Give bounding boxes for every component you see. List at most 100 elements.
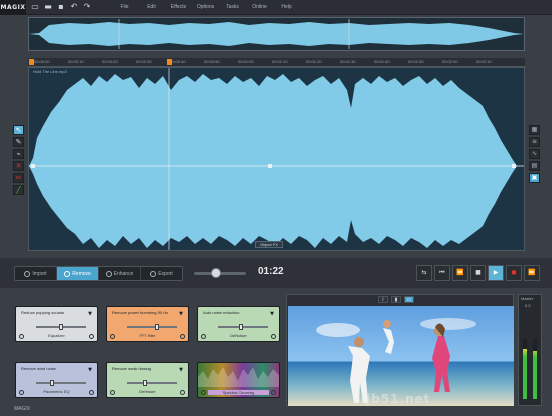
- settings-icon[interactable]: [180, 334, 185, 339]
- play-button[interactable]: ▶: [488, 265, 504, 281]
- settings-icon[interactable]: [180, 390, 185, 395]
- effect-card[interactable]: Remove wind noise ▼ Parametric EQ: [15, 362, 98, 398]
- spectrogram-graphic: [198, 367, 279, 387]
- edit-toolbar: ↖ ✎ ⌁ ✕ ✂ ╱: [13, 125, 24, 195]
- effect-label: Auto noise reduction: [203, 310, 240, 315]
- bar-chart-icon[interactable]: ▮: [391, 296, 401, 303]
- tab-remove[interactable]: Remove: [57, 267, 99, 280]
- effect-slider-handle[interactable]: [59, 324, 63, 330]
- dropdown-arrow-icon[interactable]: ▼: [179, 311, 183, 317]
- effect-card[interactable]: Remove weak hissing ▼ DeHisser: [106, 362, 189, 398]
- effect-slider-track[interactable]: [127, 382, 177, 384]
- tab-label: Enhance: [113, 270, 134, 277]
- info-icon[interactable]: i: [378, 296, 388, 303]
- object-fx-button[interactable]: Object FX: [255, 241, 283, 248]
- delete-tool-icon[interactable]: ✕: [13, 161, 24, 171]
- menu-file[interactable]: File: [111, 4, 138, 10]
- menu-edit[interactable]: Edit: [138, 4, 165, 10]
- list-view-icon[interactable]: ≡: [529, 137, 540, 147]
- cut-tool-icon[interactable]: ✂: [13, 173, 24, 183]
- track-title: Hold The Line.mp3: [33, 69, 67, 74]
- effect-card[interactable]: Reduce popping sounds ▼ Equalizer: [15, 306, 98, 342]
- lock-icon[interactable]: ▣: [529, 173, 540, 183]
- rewind-button[interactable]: ⏪: [452, 265, 468, 281]
- effect-card[interactable]: Remove power humming 50 Hz ▼ FFT filter: [106, 306, 189, 342]
- status-text: MAGIX: [14, 406, 31, 412]
- settings-icon[interactable]: [271, 334, 276, 339]
- dropdown-arrow-icon[interactable]: ▼: [270, 311, 274, 317]
- new-file-icon[interactable]: ▭: [31, 3, 39, 11]
- workflow-tabs: Import Remove Enhance Export: [14, 266, 183, 281]
- overview-waveform[interactable]: [28, 17, 525, 51]
- effect-slider-handle[interactable]: [143, 380, 148, 386]
- video-view-icon[interactable]: ▭: [404, 296, 414, 303]
- stop-button[interactable]: ■: [470, 265, 486, 281]
- effect-label: Reduce popping sounds: [21, 310, 65, 315]
- undo-icon[interactable]: ↶: [70, 3, 78, 11]
- start-marker[interactable]: [29, 59, 34, 65]
- left-channel-bar: [523, 339, 527, 399]
- tab-label: Remove: [72, 270, 91, 277]
- view-toolbar: ▦ ≡ ∿ ▤ ▣: [529, 125, 540, 183]
- settings-icon[interactable]: [89, 334, 94, 339]
- effect-name: Spectral Cleaning: [208, 390, 269, 395]
- menu-online[interactable]: Online: [246, 4, 273, 10]
- menu-bar: MAGIX ▭ ▬ ▪ ↶ ↷ File Edit Effects Option…: [0, 0, 552, 15]
- app-logo: MAGIX: [0, 0, 26, 15]
- ruler-label: 00:01:20: [306, 59, 322, 64]
- brush-tool-icon[interactable]: ⌁: [13, 149, 24, 159]
- settings-icon[interactable]: [271, 390, 276, 395]
- menu-options[interactable]: Options: [192, 4, 219, 10]
- main-waveform-graphic: [29, 68, 524, 250]
- menu-effects[interactable]: Effects: [165, 4, 192, 10]
- go-to-start-button[interactable]: ⏮: [434, 265, 450, 281]
- effect-name: Parametric EQ: [43, 389, 70, 394]
- effect-slider-track[interactable]: [36, 382, 86, 384]
- spectral-cleaning-card[interactable]: Spectral Cleaning: [197, 362, 280, 398]
- effects-panel: Reduce popping sounds ▼ Equalizer Remove…: [10, 298, 285, 406]
- save-icon[interactable]: ▪: [57, 3, 65, 11]
- right-channel-bar: [533, 339, 537, 399]
- redo-icon[interactable]: ↷: [83, 3, 91, 11]
- ruler-label: 00:00:00: [34, 59, 50, 64]
- effect-card[interactable]: Auto noise reduction ▼ DeNoiser: [197, 306, 280, 342]
- power-icon[interactable]: [201, 390, 206, 395]
- effect-name: DeHisser: [139, 389, 156, 394]
- select-tool-icon[interactable]: ↖: [13, 125, 24, 135]
- timeline-ruler[interactable]: 00:00:00 00:00:10 00:00:20 00:00:30 00:0…: [28, 58, 525, 67]
- dropdown-arrow-icon[interactable]: ▼: [88, 367, 92, 373]
- spectrum-view-icon[interactable]: ▤: [529, 161, 540, 171]
- menu-tasks[interactable]: Tasks: [219, 4, 246, 10]
- fast-forward-button[interactable]: ⏩: [524, 265, 540, 281]
- dropdown-arrow-icon[interactable]: ▼: [179, 367, 183, 373]
- draw-tool-icon[interactable]: ╱: [13, 185, 24, 195]
- grid-view-icon[interactable]: ▦: [529, 125, 540, 135]
- tab-import[interactable]: Import: [15, 267, 57, 280]
- playhead-marker[interactable]: [167, 59, 172, 65]
- effect-slider-handle[interactable]: [49, 380, 54, 386]
- tab-label: Import: [32, 270, 47, 277]
- pencil-tool-icon[interactable]: ✎: [13, 137, 24, 147]
- record-button[interactable]: ●: [506, 265, 522, 281]
- remove-icon: [64, 270, 71, 277]
- ruler-label: 00:01:40: [374, 59, 390, 64]
- effect-name: DeNoiser: [230, 333, 247, 338]
- effect-name: FFT filter: [139, 333, 156, 338]
- loop-button[interactable]: ⇆: [416, 265, 432, 281]
- effect-slider-track[interactable]: [218, 326, 268, 328]
- effect-slider-handle[interactable]: [238, 324, 243, 330]
- volume-slider-handle[interactable]: [210, 268, 221, 278]
- video-preview-image[interactable]: [288, 306, 514, 406]
- tab-export[interactable]: Export: [141, 267, 182, 280]
- menu-help[interactable]: Help: [273, 4, 300, 10]
- effect-slider-track[interactable]: [127, 326, 177, 328]
- main-waveform[interactable]: [28, 67, 525, 251]
- dropdown-arrow-icon[interactable]: ▼: [88, 311, 92, 317]
- settings-icon[interactable]: [89, 390, 94, 395]
- ruler-label: 00:01:50: [408, 59, 424, 64]
- open-folder-icon[interactable]: ▬: [44, 3, 52, 11]
- tab-enhance[interactable]: Enhance: [99, 267, 141, 280]
- wave-view-icon[interactable]: ∿: [529, 149, 540, 159]
- overview-waveform-graphic: [29, 19, 524, 49]
- effect-slider-handle[interactable]: [154, 324, 159, 330]
